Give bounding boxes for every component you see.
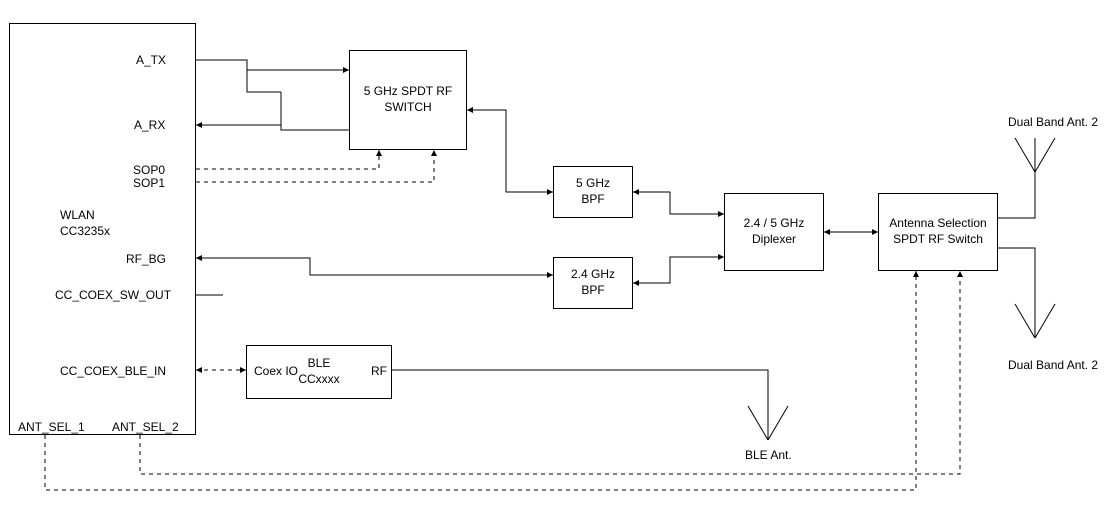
diplexer-label: 2.4 / 5 GHz Diplexer (744, 216, 805, 247)
pin-a-rx: A_RX (134, 118, 165, 132)
ble-coex-io: Coex IO (254, 364, 298, 378)
bpf-24ghz-block: 2.4 GHz BPF (553, 257, 633, 309)
ble-ant-label: BLE Ant. (745, 448, 792, 462)
pin-coex-sw-out: CC_COEX_SW_OUT (55, 288, 171, 302)
pin-coex-ble-in: CC_COEX_BLE_IN (60, 364, 166, 378)
pin-ant-sel-1: ANT_SEL_1 (18, 420, 85, 434)
pin-sop0: SOP0 (133, 163, 165, 177)
bpf-5ghz-block: 5 GHz BPF (553, 166, 633, 218)
pin-ant-sel-2: ANT_SEL_2 (112, 420, 179, 434)
diplexer-block: 2.4 / 5 GHz Diplexer (724, 193, 824, 271)
switch-5ghz-label: 5 GHz SPDT RF SWITCH (364, 84, 452, 115)
antenna-switch-block: Antenna Selection SPDT RF Switch (878, 193, 998, 271)
ble-rf: RF (371, 364, 387, 378)
pin-a-tx: A_TX (136, 53, 166, 67)
pin-rf-bg: RF_BG (126, 252, 166, 266)
bpf-24ghz-label: 2.4 GHz BPF (571, 267, 615, 298)
dual-band-ant-top-label: Dual Band Ant. 2 (1008, 115, 1098, 129)
switch-5ghz-block: 5 GHz SPDT RF SWITCH (349, 50, 467, 150)
bpf-5ghz-label: 5 GHz BPF (576, 176, 610, 207)
antenna-switch-label: Antenna Selection SPDT RF Switch (889, 216, 986, 247)
ble-label: BLE CCxxxx (298, 356, 339, 387)
wlan-title: WLAN CC3235x (60, 208, 110, 239)
dual-band-ant-bottom-label: Dual Band Ant. 2 (1008, 358, 1098, 372)
pin-sop1: SOP1 (133, 176, 165, 190)
